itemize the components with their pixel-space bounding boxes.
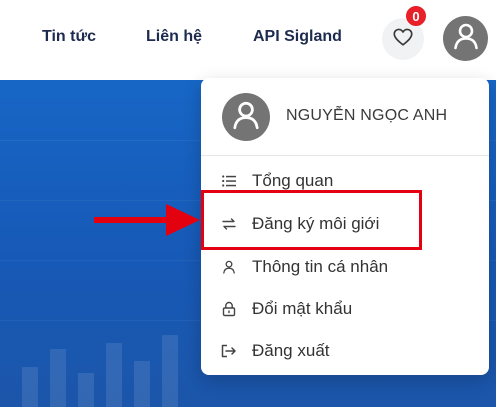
user-name: NGUYỄN NGỌC ANH: [286, 107, 448, 124]
menu-item-label: Đăng xuất: [252, 341, 330, 360]
nav-link-api-sigland[interactable]: API Sigland: [253, 28, 342, 46]
annotation-highlight-box: [201, 190, 422, 250]
lock-icon: [221, 301, 237, 317]
menu-item-label: Tổng quan: [252, 171, 334, 190]
nav-link-news[interactable]: Tin tức: [42, 28, 96, 46]
avatar: [222, 93, 270, 141]
user-icon: [451, 21, 481, 56]
annotation-arrow-icon: [94, 204, 200, 236]
user-icon: [230, 99, 262, 136]
heart-icon: [392, 26, 414, 53]
menu-item-personal-info[interactable]: Thông tin cá nhân: [201, 251, 489, 283]
menu-item-logout[interactable]: Đăng xuất: [201, 335, 489, 367]
account-avatar-button[interactable]: [443, 16, 488, 61]
list-icon: [221, 173, 237, 189]
logout-icon: [221, 343, 237, 359]
menu-item-label: Đổi mật khẩu: [252, 299, 353, 318]
menu-item-change-password[interactable]: Đổi mật khẩu: [201, 293, 489, 325]
divider: [201, 155, 489, 156]
dropdown-user-header: NGUYỄN NGỌC ANH: [201, 78, 489, 150]
favorites-count-badge: 0: [405, 5, 427, 27]
top-navigation: Tin tức Liên hệ API Sigland 0: [0, 0, 496, 80]
menu-item-label: Thông tin cá nhân: [252, 257, 389, 276]
user-icon: [221, 259, 237, 275]
nav-link-contact[interactable]: Liên hệ: [146, 28, 202, 46]
